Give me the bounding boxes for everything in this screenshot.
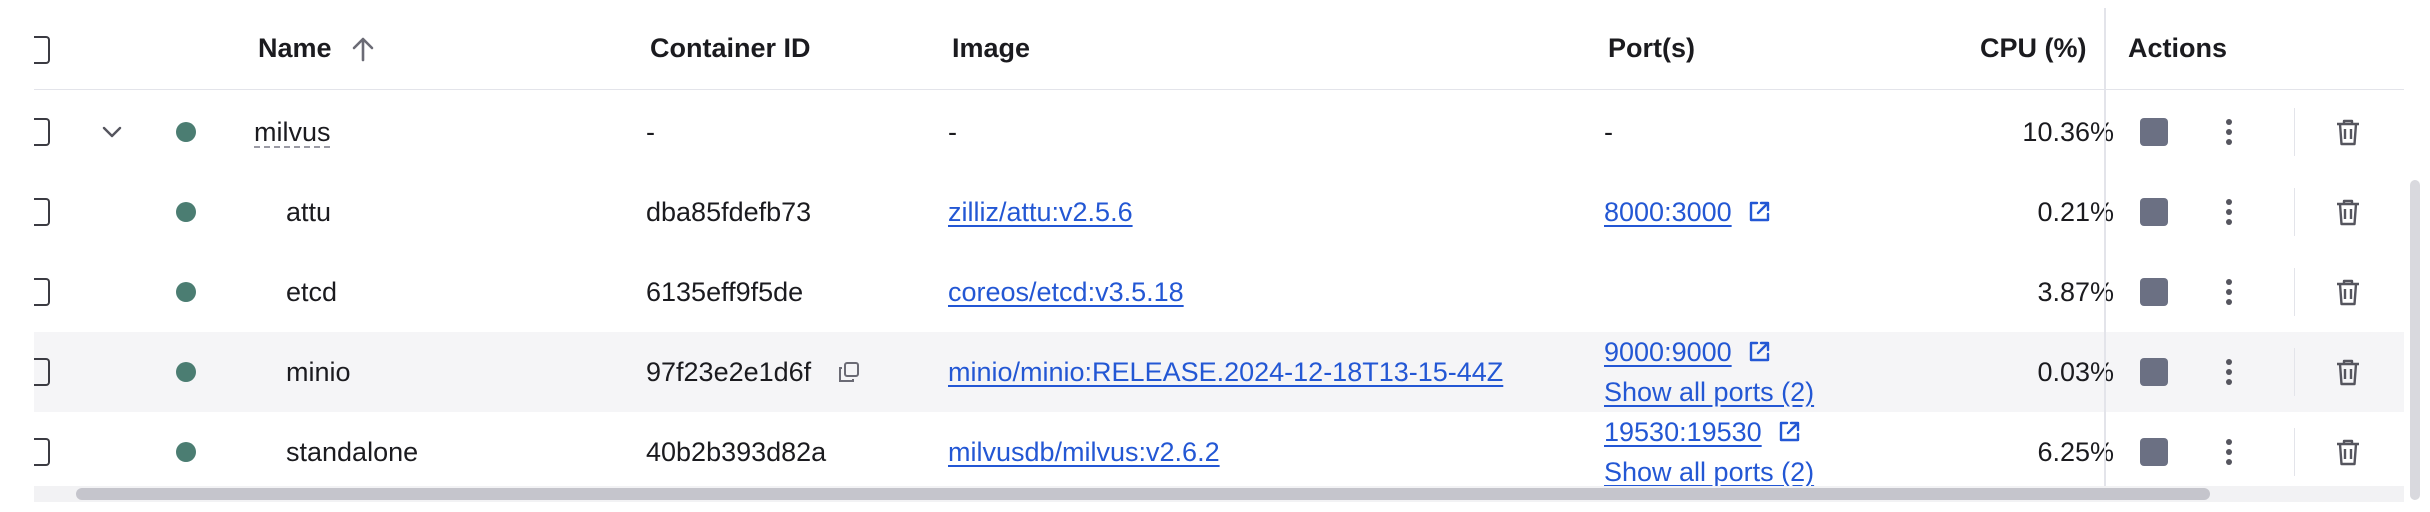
row-cpu: 0.03% [2037,356,2114,387]
stop-icon[interactable] [2140,118,2168,146]
row-cpu: 6.25% [2037,436,2114,467]
status-dot [176,362,196,382]
external-link-icon[interactable] [1776,419,1802,445]
external-link-icon[interactable] [1746,199,1772,225]
row-checkbox[interactable] [34,198,50,226]
column-header-name[interactable]: Name [258,8,376,89]
row-checkbox[interactable] [34,118,50,146]
table-header: Name Container ID Image Port(s) CPU (%) … [34,8,2404,90]
status-dot [176,282,196,302]
row-checkbox[interactable] [34,278,50,306]
table-row-standalone[interactable]: standalone 40b2b393d82a milvusdb/milvus:… [34,412,2404,492]
port-link[interactable]: 8000:3000 [1604,197,1732,228]
image-link[interactable]: milvusdb/milvus:v2.6.2 [948,437,1220,468]
actions-column-divider [2104,8,2106,500]
table-row-minio[interactable]: minio 97f23e2e1d6f minio/minio:RELEASE.2… [34,332,2404,412]
copy-icon[interactable] [837,360,861,384]
chevron-down-icon[interactable] [100,124,124,140]
containers-table: Name Container ID Image Port(s) CPU (%) … [34,8,2404,500]
column-header-ports[interactable]: Port(s) [1608,8,1695,89]
row-cpu: 3.87% [2037,276,2114,307]
status-dot [176,442,196,462]
stop-icon[interactable] [2140,358,2168,386]
row-cpu: 0.21% [2037,196,2114,227]
more-vertical-icon[interactable] [2224,197,2234,227]
table-row-attu[interactable]: attu dba85fdefb73 zilliz/attu:v2.5.6 800… [34,172,2404,252]
select-all-checkbox[interactable] [34,36,50,64]
more-vertical-icon[interactable] [2224,117,2234,147]
row-image: - [948,116,957,147]
row-checkbox[interactable] [34,438,50,466]
row-ports: - [1604,116,1613,147]
trash-icon[interactable] [2334,117,2362,147]
stop-icon[interactable] [2140,438,2168,466]
trash-icon[interactable] [2334,437,2362,467]
row-container-id: 97f23e2e1d6f [646,356,812,387]
port-link[interactable]: 19530:19530 [1604,412,1762,452]
status-dot [176,122,196,142]
row-name[interactable]: minio [286,332,351,412]
column-header-cpu[interactable]: CPU (%) [1980,8,2087,89]
external-link-icon[interactable] [1746,339,1772,365]
actions-separator [2294,348,2295,396]
row-name[interactable]: standalone [286,412,418,492]
image-link[interactable]: zilliz/attu:v2.5.6 [948,197,1133,228]
actions-separator [2294,108,2295,156]
trash-icon[interactable] [2334,277,2362,307]
trash-icon[interactable] [2334,357,2362,387]
image-link[interactable]: minio/minio:RELEASE.2024-12-18T13-15-44Z [948,357,1503,388]
more-vertical-icon[interactable] [2224,357,2234,387]
stop-icon[interactable] [2140,198,2168,226]
row-cpu: 10.36% [2022,116,2114,147]
actions-separator [2294,428,2295,476]
row-name[interactable]: etcd [286,252,337,332]
column-header-container-id[interactable]: Container ID [650,8,811,89]
row-name[interactable]: milvus [254,117,331,148]
status-dot [176,202,196,222]
row-container-id: - [646,116,655,147]
arrow-up-icon[interactable] [350,35,376,63]
column-header-name-label: Name [258,33,332,63]
horizontal-scrollbar[interactable] [76,488,2210,500]
column-header-image[interactable]: Image [952,8,1030,89]
table-row-milvus[interactable]: milvus - - - 10.36% [34,92,2404,172]
stop-icon[interactable] [2140,278,2168,306]
table-row-etcd[interactable]: etcd 6135eff9f5de coreos/etcd:v3.5.18 3.… [34,252,2404,332]
row-container-id: dba85fdefb73 [646,196,812,227]
actions-separator [2294,188,2295,236]
trash-icon[interactable] [2334,197,2362,227]
vertical-scrollbar[interactable] [2410,180,2420,500]
more-vertical-icon[interactable] [2224,277,2234,307]
image-link[interactable]: coreos/etcd:v3.5.18 [948,277,1184,308]
row-container-id: 40b2b393d82a [646,436,827,467]
row-container-id: 6135eff9f5de [646,276,804,307]
column-header-actions: Actions [2128,33,2228,63]
more-vertical-icon[interactable] [2224,437,2234,467]
actions-separator [2294,268,2295,316]
show-all-ports-link[interactable]: Show all ports (2) [1604,372,1814,412]
row-checkbox[interactable] [34,358,50,386]
port-link[interactable]: 9000:9000 [1604,332,1732,372]
row-name[interactable]: attu [286,172,331,252]
